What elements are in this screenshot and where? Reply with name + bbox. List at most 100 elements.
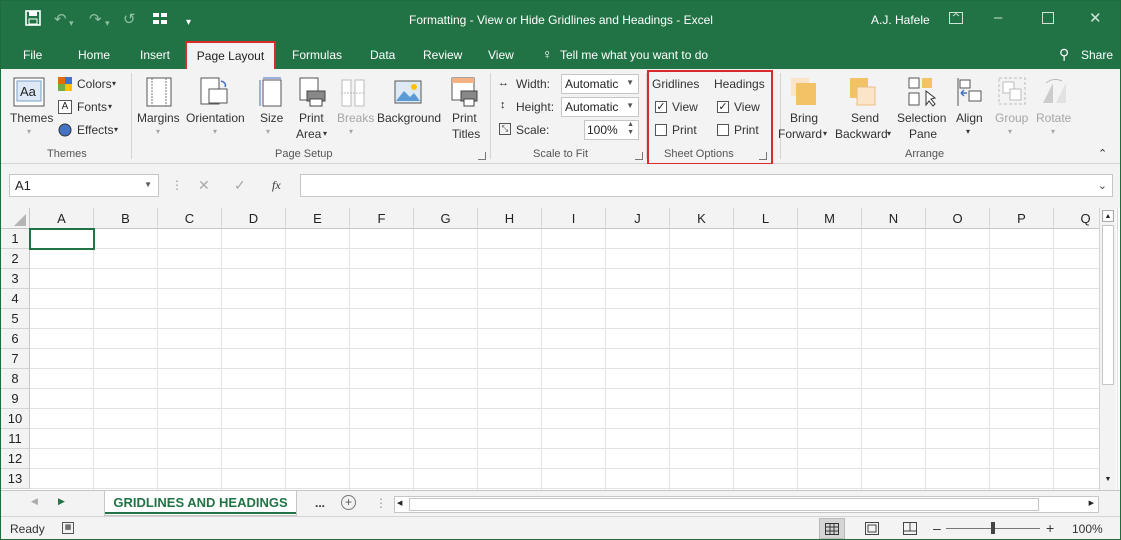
share-button[interactable]: Share: [1081, 48, 1113, 62]
scroll-right-icon[interactable]: ▶: [1089, 499, 1094, 507]
column-header[interactable]: P: [990, 208, 1054, 229]
name-box[interactable]: A1 ▼: [9, 174, 159, 197]
chevron-down-icon[interactable]: ▼: [144, 180, 152, 189]
print-titles-icon[interactable]: [451, 77, 479, 110]
column-header[interactable]: L: [734, 208, 798, 229]
column-header[interactable]: I: [542, 208, 606, 229]
expand-formula-icon[interactable]: ⌄: [1098, 179, 1107, 192]
gridlines-print-label[interactable]: Print: [672, 123, 697, 137]
tab-file[interactable]: File: [23, 48, 42, 62]
worksheet-grid[interactable]: ABCDEFGHIJKLMNOPQ 1 2 3 4 5 6 7 8 9 10 11 12 13 ▲ ▼: [1, 208, 1120, 490]
row-header[interactable]: 8: [1, 369, 30, 389]
send-backward-label-2[interactable]: Backward: [835, 127, 888, 141]
save-icon[interactable]: [25, 10, 41, 31]
row-header[interactable]: 12: [1, 449, 30, 469]
tab-insert[interactable]: Insert: [140, 48, 170, 62]
background-button[interactable]: Background: [377, 111, 441, 125]
colors-dropdown-icon[interactable]: ▾: [112, 79, 116, 88]
tab-view[interactable]: View: [488, 48, 514, 62]
page-break-preview-icon[interactable]: [903, 522, 917, 538]
tab-review[interactable]: Review: [423, 48, 462, 62]
select-all-corner[interactable]: [1, 208, 30, 229]
selection-pane-label-1[interactable]: Selection: [897, 111, 946, 125]
horizontal-scrollbar[interactable]: ◀ ▶: [394, 496, 1099, 513]
bring-forward-icon[interactable]: [790, 77, 818, 110]
row-header[interactable]: 13: [1, 469, 30, 489]
fonts-icon[interactable]: A: [58, 100, 72, 114]
undo-dropdown-icon[interactable]: ▾: [69, 14, 74, 32]
send-backward-icon[interactable]: [849, 77, 877, 110]
scroll-down-icon[interactable]: ▼: [1102, 474, 1114, 486]
orientation-button[interactable]: Orientation: [186, 111, 245, 125]
bring-forward-label-2[interactable]: Forward: [778, 127, 822, 141]
insert-function-button[interactable]: fx: [272, 178, 281, 193]
column-header[interactable]: G: [414, 208, 478, 229]
collapse-ribbon-icon[interactable]: ⌃: [1098, 147, 1107, 160]
bring-forward-dropdown-icon[interactable]: ▾: [823, 129, 827, 138]
print-titles-label-1[interactable]: Print: [452, 111, 477, 125]
user-name[interactable]: A.J. Hafele: [871, 13, 930, 27]
column-header[interactable]: H: [478, 208, 542, 229]
size-dropdown-icon[interactable]: ▾: [266, 127, 270, 136]
share-person-icon[interactable]: ⚲: [1059, 46, 1069, 63]
align-dropdown-icon[interactable]: ▾: [966, 127, 970, 136]
column-header[interactable]: C: [158, 208, 222, 229]
page-layout-view-icon[interactable]: [865, 522, 879, 538]
customize-qat-icon[interactable]: ▾: [186, 14, 191, 32]
refresh-icon[interactable]: ↺: [123, 11, 136, 29]
align-button[interactable]: Align: [956, 111, 983, 125]
tab-home[interactable]: Home: [78, 48, 110, 62]
macro-record-icon[interactable]: ▦: [62, 522, 74, 534]
active-cell-a1[interactable]: [29, 228, 95, 250]
colors-button[interactable]: Colors: [77, 77, 112, 91]
gridlines-view-checkbox[interactable]: ✓: [655, 101, 667, 113]
gridlines-view-label[interactable]: View: [672, 100, 698, 114]
row-header[interactable]: 6: [1, 329, 30, 349]
column-header[interactable]: K: [670, 208, 734, 229]
colors-icon[interactable]: [58, 77, 72, 94]
background-icon[interactable]: [394, 77, 422, 110]
tab-page-layout[interactable]: Page Layout: [185, 41, 276, 69]
margins-button[interactable]: Margins: [137, 111, 180, 125]
scale-spinner[interactable]: 100% ▲ ▼: [584, 120, 639, 140]
row-header[interactable]: 11: [1, 429, 30, 449]
zoom-level[interactable]: 100%: [1072, 522, 1103, 536]
new-sheet-icon[interactable]: +: [341, 495, 356, 510]
next-sheet-icon[interactable]: ▶: [58, 496, 65, 507]
width-dropdown[interactable]: Automatic ▼: [561, 74, 639, 94]
align-icon[interactable]: [955, 77, 983, 110]
sheet-options-launcher-icon[interactable]: [759, 152, 767, 160]
row-header[interactable]: 5: [1, 309, 30, 329]
redo-dropdown-icon[interactable]: ▾: [105, 14, 110, 32]
maximize-icon[interactable]: [1042, 11, 1054, 29]
scroll-left-icon[interactable]: ◀: [397, 499, 402, 507]
selection-pane-icon[interactable]: [908, 77, 938, 110]
size-button[interactable]: Size: [260, 111, 283, 125]
print-area-icon[interactable]: [299, 77, 327, 110]
column-header[interactable]: E: [286, 208, 350, 229]
column-header[interactable]: N: [862, 208, 926, 229]
send-backward-label-1[interactable]: Send: [851, 111, 879, 125]
vertical-scroll-thumb[interactable]: [1102, 225, 1114, 385]
print-area-label-1[interactable]: Print: [299, 111, 324, 125]
tab-formulas[interactable]: Formulas: [292, 48, 342, 62]
zoom-slider-thumb[interactable]: [991, 522, 995, 534]
tab-splitter-icon[interactable]: ⋮: [375, 496, 387, 510]
column-header[interactable]: A: [30, 208, 94, 229]
orientation-dropdown-icon[interactable]: ▾: [213, 127, 217, 136]
send-backward-dropdown-icon[interactable]: ▾: [887, 129, 891, 138]
normal-view-button[interactable]: [819, 518, 845, 539]
undo-icon[interactable]: ↶: [54, 11, 67, 29]
ribbon-display-options-icon[interactable]: [949, 11, 963, 29]
minimize-icon[interactable]: –: [994, 9, 1002, 27]
headings-view-label[interactable]: View: [734, 100, 760, 114]
fonts-button[interactable]: Fonts: [77, 100, 107, 114]
column-header[interactable]: F: [350, 208, 414, 229]
horizontal-scroll-thumb[interactable]: [409, 498, 1039, 511]
column-header[interactable]: J: [606, 208, 670, 229]
sheet-tab-gridlines-and-headings[interactable]: GRIDLINES AND HEADINGS: [104, 491, 297, 516]
scale-to-fit-launcher-icon[interactable]: [635, 152, 643, 160]
zoom-out-icon[interactable]: –: [933, 520, 941, 536]
scroll-up-icon[interactable]: ▲: [1102, 210, 1114, 222]
row-header[interactable]: 10: [1, 409, 30, 429]
